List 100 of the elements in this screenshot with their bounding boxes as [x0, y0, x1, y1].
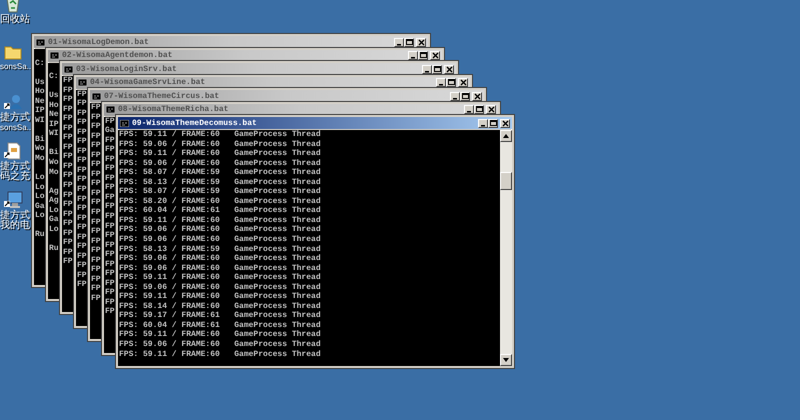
recycle-bin-icon[interactable]: [4, 0, 22, 13]
console-line: Mo: [49, 168, 59, 178]
console-line: Us: [49, 91, 59, 101]
close-icon: [502, 120, 508, 126]
maximize-icon: [434, 66, 440, 72]
console-line: FP: [105, 164, 115, 174]
console-line: FP: [91, 112, 101, 122]
maximize-button[interactable]: [488, 118, 498, 128]
console-line: Ho: [35, 87, 45, 97]
up-arrow-icon: [503, 134, 509, 138]
close-icon: [432, 52, 438, 59]
console-line: FP: [91, 236, 101, 246]
maximize-button[interactable]: [460, 92, 470, 100]
minimize-button[interactable]: [394, 38, 404, 46]
close-icon: [474, 92, 480, 100]
document-shortcut-icon[interactable]: [4, 142, 22, 160]
close-button[interactable]: [472, 92, 482, 100]
console-line: C:: [49, 72, 59, 82]
console-line: Ag: [49, 196, 59, 206]
folder-icon[interactable]: [4, 44, 22, 60]
window-title: 09-WisomaThemeDecomuss.bat: [132, 118, 258, 128]
console-line: C:: [35, 58, 45, 68]
console-line: Lo: [35, 192, 45, 202]
console-line: Mo: [35, 154, 45, 164]
computer-shortcut-icon[interactable]: [4, 191, 24, 209]
console-line: FP: [63, 228, 73, 238]
console-line: Ru: [35, 230, 45, 240]
console-line: FP: [77, 214, 87, 224]
close-button[interactable]: [416, 38, 426, 46]
close-button[interactable]: [458, 78, 468, 87]
console-line: FP: [91, 150, 101, 160]
console-line: Bi: [35, 134, 45, 144]
minimize-button[interactable]: [408, 51, 418, 60]
console-line: FP: [105, 250, 115, 260]
maximize-icon: [420, 52, 426, 59]
console-line: FP: [63, 114, 73, 124]
close-button[interactable]: [444, 64, 454, 74]
maximize-button[interactable]: [474, 105, 484, 114]
maximize-button[interactable]: [418, 51, 428, 60]
icon-label: 捷方式 码之充: [0, 162, 30, 182]
console-line: FP: [63, 133, 73, 143]
minimize-button[interactable]: [422, 64, 432, 74]
maximize-button[interactable]: [432, 64, 442, 74]
console-line: Ru: [49, 244, 59, 254]
console-line: Lo: [49, 224, 59, 234]
console-line: FP: [77, 146, 87, 156]
window-title: 07-WisomaThemeCircus.bat: [104, 92, 220, 100]
console-line: FP: [77, 242, 87, 252]
scrollbar-thumb[interactable]: [500, 172, 512, 190]
scrollbar[interactable]: [500, 130, 512, 366]
console-line: FP: [63, 248, 73, 258]
minimize-button[interactable]: [450, 92, 460, 100]
console-line: FP: [91, 208, 101, 218]
scroll-down-button[interactable]: [500, 354, 512, 366]
console-line: FP: [105, 154, 115, 164]
window-title: 02-WisomaAgentdemon.bat: [62, 51, 174, 60]
console-icon: [92, 92, 101, 100]
console-line: FPS: 59.06 / FRAME:60 GameProcess Thread: [119, 282, 321, 292]
person-shortcut-icon[interactable]: [4, 93, 24, 111]
minimize-button[interactable]: [464, 105, 474, 114]
console-line: FP: [63, 210, 73, 220]
close-button[interactable]: [430, 51, 440, 60]
console-icon: [106, 106, 115, 113]
console-line: FP: [77, 252, 87, 262]
minimize-button[interactable]: [436, 78, 446, 87]
console-line: FP: [91, 179, 101, 189]
console-line: FP: [77, 118, 87, 128]
console-line: FP: [105, 202, 115, 212]
console-line: FPS: 59.11 / FRAME:60 GameProcess Thread: [119, 292, 321, 302]
console-line: Wo: [49, 158, 59, 168]
console-line: FP: [63, 200, 73, 210]
window-title: 08-WisomaThemeRicha.bat: [118, 105, 230, 114]
console-line: FPS: 59.06 / FRAME:60 GameProcess Thread: [119, 340, 321, 350]
console-line: FPS: 58.13 / FRAME:59 GameProcess Thread: [119, 244, 321, 254]
console-line: IP: [49, 120, 59, 130]
console-line: FPS: 59.06 / FRAME:60 GameProcess Thread: [119, 254, 321, 264]
console-line: FP: [105, 240, 115, 250]
maximize-icon: [462, 92, 468, 100]
icon-label: 回收站: [0, 15, 30, 25]
close-icon: [488, 106, 494, 113]
console-line: FP: [91, 284, 101, 294]
console-line: FPS: 59.06 / FRAME:60 GameProcess Thread: [119, 158, 321, 168]
console-line: FP: [63, 190, 73, 200]
console-line: Lo: [35, 182, 45, 192]
console-line: FP: [105, 269, 115, 279]
close-button[interactable]: [486, 105, 496, 114]
maximize-button[interactable]: [446, 78, 456, 87]
minimize-button[interactable]: [478, 118, 488, 128]
scroll-up-button[interactable]: [500, 130, 512, 142]
console-line: FP: [105, 307, 115, 317]
maximize-button[interactable]: [404, 38, 414, 46]
console-line: Lo: [49, 206, 59, 216]
console-line: Ho: [49, 100, 59, 110]
maximize-icon: [448, 79, 454, 86]
console-line: FPS: 59.11 / FRAME:60 GameProcess Thread: [119, 216, 321, 225]
console-line: FPS: 59.11 / FRAME:60 GameProcess Thread: [119, 130, 321, 140]
close-button[interactable]: [500, 118, 510, 128]
console-line: FP: [77, 166, 87, 176]
close-icon: [446, 66, 452, 72]
console-line: IP: [35, 106, 45, 116]
